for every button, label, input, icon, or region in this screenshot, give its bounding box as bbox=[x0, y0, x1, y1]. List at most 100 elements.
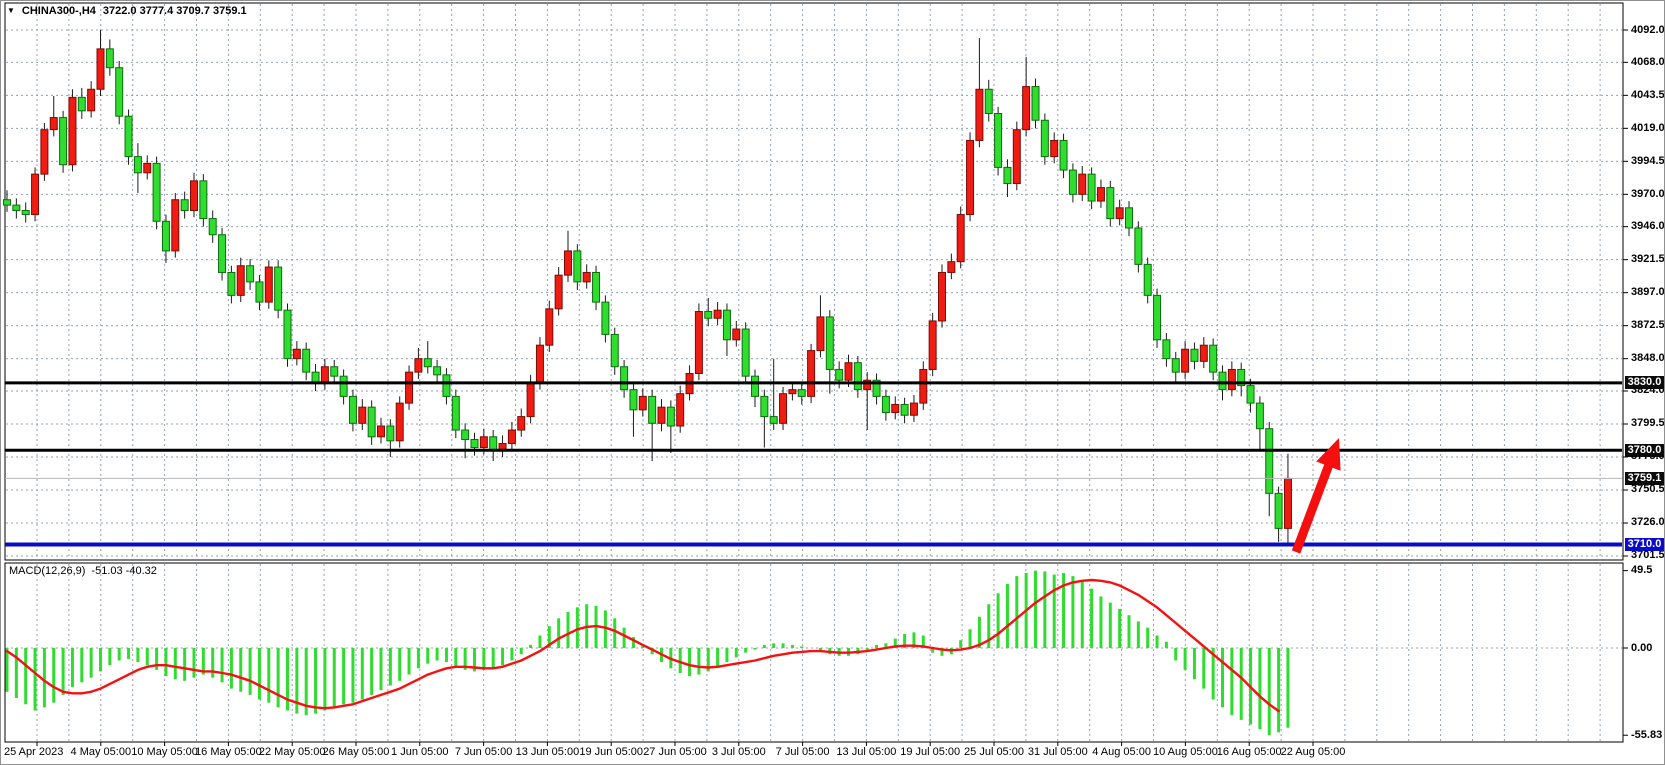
bear-candle bbox=[1060, 140, 1067, 170]
bear-candle bbox=[1004, 167, 1011, 183]
macd-bar bbox=[62, 648, 65, 695]
price-tick-label: 3970.0 bbox=[1631, 188, 1665, 201]
bear-candle bbox=[153, 163, 160, 221]
bear-candle bbox=[1219, 372, 1226, 390]
bull-candle bbox=[817, 317, 824, 351]
bear-candle bbox=[1041, 120, 1048, 156]
bull-candle bbox=[293, 349, 300, 358]
time-tick-label: 7 Jun 05:00 bbox=[455, 746, 513, 758]
macd-bar bbox=[454, 648, 457, 667]
macd-bar bbox=[576, 607, 579, 648]
macd-bar bbox=[1240, 648, 1243, 720]
bull-candle bbox=[733, 329, 740, 340]
macd-bar bbox=[174, 648, 177, 679]
bull-candle bbox=[808, 351, 815, 397]
bull-candle bbox=[237, 266, 244, 296]
bull-candle bbox=[1051, 140, 1058, 156]
macd-bar bbox=[136, 648, 139, 662]
bull-candle bbox=[845, 363, 852, 381]
bear-candle bbox=[621, 367, 628, 390]
macd-bar bbox=[417, 648, 420, 668]
macd-bar bbox=[164, 648, 167, 676]
bear-candle bbox=[303, 349, 310, 372]
macd-bar bbox=[1137, 621, 1140, 648]
macd-bar bbox=[1090, 589, 1093, 648]
macd-bar bbox=[211, 648, 214, 678]
bull-candle bbox=[527, 383, 534, 417]
time-tick-label: 3 Jul 05:00 bbox=[712, 746, 766, 758]
macd-bar bbox=[613, 618, 616, 648]
bull-candle bbox=[677, 394, 684, 426]
bull-candle bbox=[41, 130, 48, 174]
bull-candle bbox=[69, 97, 76, 164]
chart-canvas[interactable] bbox=[1, 1, 1665, 765]
macd-bar bbox=[791, 645, 794, 648]
bull-candle bbox=[406, 372, 413, 403]
bull-candle bbox=[359, 407, 366, 423]
time-tick-label: 7 Jul 05:00 bbox=[776, 746, 830, 758]
bull-candle bbox=[396, 403, 403, 441]
bear-candle bbox=[471, 439, 478, 447]
macd-info-bar: MACD(12,26,9) -51.03 -40.32 bbox=[9, 565, 157, 578]
bear-candle bbox=[162, 221, 169, 251]
macd-indicator-label: MACD(12,26,9) bbox=[9, 565, 85, 578]
symbol-dropdown-icon[interactable]: ▼ bbox=[7, 7, 15, 15]
macd-bar bbox=[1258, 648, 1261, 729]
bear-candle bbox=[649, 396, 656, 423]
macd-bar bbox=[1165, 642, 1168, 648]
macd-bar bbox=[1034, 571, 1037, 648]
time-tick-label: 26 May 05:00 bbox=[323, 746, 390, 758]
bear-candle bbox=[181, 200, 188, 211]
time-tick-label: 22 May 05:00 bbox=[259, 746, 326, 758]
bear-candle bbox=[1275, 493, 1282, 528]
bear-candle bbox=[602, 302, 609, 334]
macd-tick-label: 0.00 bbox=[1631, 642, 1665, 655]
macd-bar bbox=[744, 648, 747, 653]
macd-bar bbox=[370, 648, 373, 695]
bull-candle bbox=[957, 215, 964, 262]
bear-candle bbox=[995, 114, 1002, 168]
bear-candle bbox=[1247, 386, 1254, 404]
bull-candle bbox=[265, 267, 272, 302]
macd-bar bbox=[445, 648, 448, 662]
bear-candle bbox=[1135, 228, 1142, 264]
macd-bar bbox=[875, 645, 878, 648]
bull-candle bbox=[1116, 208, 1123, 219]
bull-candle bbox=[415, 359, 422, 372]
bear-candle bbox=[78, 97, 85, 110]
bull-candle bbox=[191, 181, 198, 211]
bear-candle bbox=[854, 363, 861, 390]
bear-candle bbox=[443, 375, 450, 397]
bear-candle bbox=[985, 89, 992, 113]
bear-candle bbox=[1107, 188, 1114, 219]
macd-bar bbox=[1174, 648, 1177, 661]
macd-bar bbox=[267, 648, 270, 703]
macd-bar bbox=[183, 648, 186, 681]
bull-candle bbox=[97, 49, 104, 89]
price-tick-label: 3946.0 bbox=[1631, 220, 1665, 233]
bull-candle bbox=[88, 89, 95, 111]
bear-candle bbox=[462, 430, 469, 439]
macd-bar bbox=[697, 648, 700, 675]
bear-candle bbox=[284, 310, 291, 358]
macd-bar bbox=[52, 648, 55, 703]
bull-candle bbox=[929, 321, 936, 369]
macd-bar bbox=[754, 648, 757, 650]
macd-bar bbox=[146, 648, 149, 665]
macd-bar bbox=[482, 648, 485, 670]
bull-candle bbox=[1182, 349, 1189, 372]
macd-bar bbox=[24, 648, 27, 704]
bear-candle bbox=[22, 210, 29, 214]
macd-bar bbox=[782, 643, 785, 648]
bull-candle bbox=[976, 89, 983, 140]
bull-candle bbox=[546, 309, 553, 345]
macd-bar bbox=[1146, 628, 1149, 648]
bear-candle bbox=[611, 334, 618, 366]
macd-bar bbox=[1118, 609, 1121, 648]
bear-candle bbox=[574, 251, 581, 282]
macd-bar bbox=[501, 648, 504, 665]
price-tick-label: 3994.5 bbox=[1631, 155, 1665, 168]
bull-candle bbox=[920, 369, 927, 403]
macd-bar bbox=[1006, 584, 1009, 648]
price-tick-label: 4019.0 bbox=[1631, 122, 1665, 135]
